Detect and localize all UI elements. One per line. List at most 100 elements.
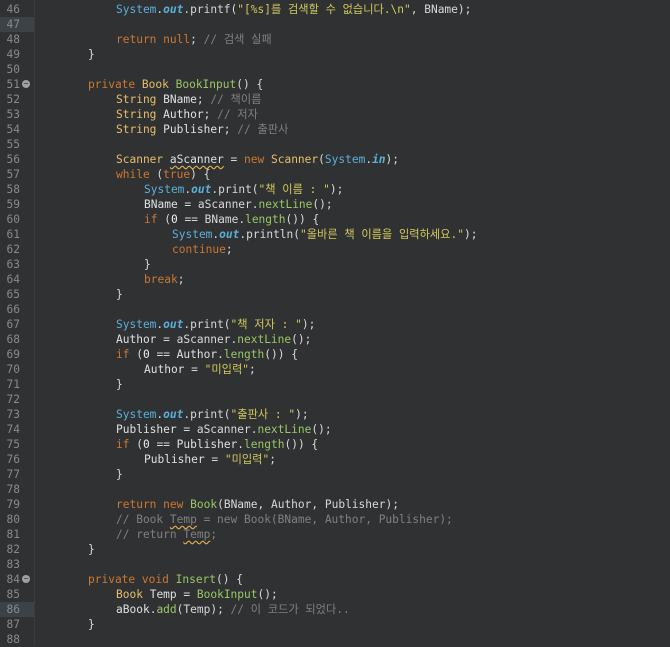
code-line[interactable] (35, 482, 670, 497)
code-token: Author (163, 108, 204, 121)
code-line[interactable]: return new Book(BName, Author, Publisher… (35, 497, 670, 512)
code-token: .print( (183, 318, 231, 331)
code-line[interactable]: System.out.print("책 이름 : "); (35, 182, 670, 197)
gutter-row: 56 (0, 152, 34, 167)
code-line-content: if (0 == BName.length()) { (144, 212, 319, 227)
gutter-row: 67 (0, 317, 34, 332)
code-line[interactable]: continue; (35, 242, 670, 257)
code-token: ( (149, 168, 164, 181)
code-line[interactable]: break; (35, 272, 670, 287)
code-token: .print( (211, 183, 259, 196)
code-line-content: return null; // 검색 실패 (116, 32, 272, 47)
line-number: 54 (6, 123, 20, 136)
code-token: "책 이름 : " (258, 183, 330, 196)
code-line-content: Book Temp = BookInput(); (116, 587, 278, 602)
code-line[interactable]: String Publisher; // 출판사 (35, 122, 670, 137)
gutter-row: 82 (0, 542, 34, 557)
code-token: "출판사 : " (230, 408, 296, 421)
code-token: Publisher (163, 123, 224, 136)
code-token: "올바른 책 이름을 입력하세요." (300, 228, 464, 241)
gutter-row: 51− (0, 77, 34, 92)
code-line[interactable] (35, 632, 670, 647)
code-line[interactable]: private void Insert() { (35, 572, 670, 587)
code-line[interactable]: while (true) { (35, 167, 670, 182)
code-token: out (163, 408, 184, 421)
line-number: 50 (6, 63, 20, 76)
code-line[interactable]: Publisher = "미입력"; (35, 452, 670, 467)
code-token: } (144, 258, 151, 271)
code-line[interactable]: String BName; // 책이름 (35, 92, 670, 107)
code-line-content: } (88, 47, 95, 62)
code-editor[interactable]: 46 47 48 49 50 51−52 53 54 55 56 57 58 59 60 61 62 63 64 6… (0, 0, 670, 646)
code-line[interactable] (35, 17, 670, 32)
fold-toggle-icon[interactable]: − (22, 575, 30, 583)
code-line[interactable] (35, 557, 670, 572)
code-token: out (163, 3, 184, 16)
code-line[interactable]: // return Temp; (35, 527, 670, 542)
code-line[interactable]: if (0 == Publisher.length()) { (35, 437, 670, 452)
code-token: void (141, 573, 169, 586)
code-token: while (116, 168, 150, 181)
code-line[interactable]: } (35, 617, 670, 632)
line-number: 74 (6, 423, 20, 436)
line-number: 76 (6, 453, 20, 466)
code-line-content: return new Book(BName, Author, Publisher… (116, 497, 399, 512)
line-number: 72 (6, 393, 20, 406)
code-line[interactable]: } (35, 257, 670, 272)
code-line[interactable]: if (0 == BName.length()) { (35, 212, 670, 227)
code-area[interactable]: System.out.printf("[%s]를 검색할 수 없습니다.\n",… (35, 0, 670, 646)
code-token: (Temp); (176, 603, 231, 616)
gutter-row: 73 (0, 407, 34, 422)
code-line[interactable]: System.out.print("책 저자 : "); (35, 317, 670, 332)
code-line[interactable]: Author = aScanner.nextLine(); (35, 332, 670, 347)
code-line[interactable]: Book Temp = BookInput(); (35, 587, 670, 602)
code-line[interactable]: String Author; // 저자 (35, 107, 670, 122)
code-line[interactable]: Author = "미입력"; (35, 362, 670, 377)
code-line[interactable]: System.out.print("출판사 : "); (35, 407, 670, 422)
code-line[interactable]: if (0 == Author.length()) { (35, 347, 670, 362)
code-line-content: System.out.println("올바른 책 이름을 입력하세요."); (172, 227, 477, 242)
code-token: ; (249, 363, 256, 376)
code-line[interactable]: } (35, 47, 670, 62)
code-line[interactable] (35, 302, 670, 317)
code-line[interactable] (35, 392, 670, 407)
code-line[interactable]: } (35, 377, 670, 392)
code-token: length (244, 438, 285, 451)
code-token: Temp (149, 588, 177, 601)
code-line[interactable] (35, 137, 670, 152)
code-line[interactable]: // Book Temp = new Book(BName, Author, P… (35, 512, 670, 527)
code-line[interactable]: } (35, 542, 670, 557)
code-line[interactable]: private Book BookInput() { (35, 77, 670, 92)
code-token: } (116, 288, 123, 301)
code-token: // 저자 (217, 108, 258, 121)
line-number: 70 (6, 363, 20, 376)
line-number: 71 (6, 378, 20, 391)
code-line[interactable]: Scanner aScanner = new Scanner(System.in… (35, 152, 670, 167)
code-line[interactable]: return null; // 검색 실패 (35, 32, 670, 47)
code-token: nextLine (257, 423, 312, 436)
code-line-content: Publisher = "미입력"; (144, 452, 276, 467)
line-number: 53 (6, 108, 20, 121)
code-line[interactable]: System.out.println("올바른 책 이름을 입력하세요."); (35, 227, 670, 242)
code-line[interactable] (35, 62, 670, 77)
code-token: out (219, 228, 240, 241)
code-line[interactable]: } (35, 467, 670, 482)
code-token: in (372, 153, 386, 166)
code-token: == (149, 348, 177, 361)
code-line[interactable]: BName = aScanner.nextLine(); (35, 197, 670, 212)
code-line[interactable]: aBook.add(Temp); // 이 코드가 되었다.. (35, 602, 670, 617)
code-token: // 이 코드가 되었다.. (230, 603, 350, 616)
gutter-row: 80 (0, 512, 34, 527)
code-token: "미입력" (224, 453, 270, 466)
code-line[interactable]: System.out.printf("[%s]를 검색할 수 없습니다.\n",… (35, 2, 670, 17)
code-token: ); (295, 408, 309, 421)
code-line[interactable]: Publisher = aScanner.nextLine(); (35, 422, 670, 437)
code-line-content: System.out.printf("[%s]를 검색할 수 없습니다.\n",… (116, 2, 471, 17)
code-token: nextLine (258, 198, 313, 211)
code-token: System (324, 153, 366, 166)
code-line[interactable]: } (35, 287, 670, 302)
gutter-row: 68 (0, 332, 34, 347)
fold-toggle-icon[interactable]: − (22, 80, 30, 88)
